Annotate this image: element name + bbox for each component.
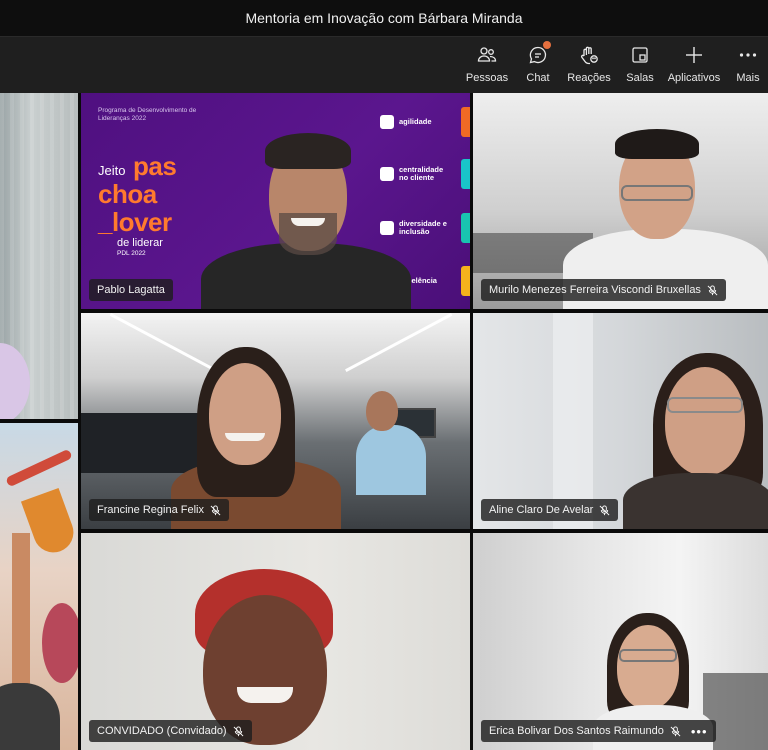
pillar-label: agilidade: [399, 117, 432, 127]
participant-name: Murilo Menezes Ferreira Viscondi Bruxell…: [489, 284, 701, 296]
window-title: Mentoria em Inovação com Bárbara Miranda: [0, 0, 768, 36]
pillar-color-bar: [461, 213, 470, 243]
background-person: [346, 391, 436, 511]
more-label: Mais: [736, 72, 760, 84]
pillar-color-bar: [461, 107, 470, 137]
partial-video-tile-2[interactable]: [0, 423, 78, 750]
rooms-button[interactable]: Salas: [626, 43, 654, 89]
pillar-color-bar: [461, 266, 470, 296]
participant-nametag: Pablo Lagatta: [89, 279, 173, 301]
mic-off-icon: [707, 284, 718, 296]
participant-nametag: Murilo Menezes Ferreira Viscondi Bruxell…: [481, 279, 726, 301]
apps-button[interactable]: Aplicativos: [668, 43, 720, 89]
participant-tile-murilo[interactable]: Murilo Menezes Ferreira Viscondi Bruxell…: [473, 93, 768, 309]
chat-icon: [526, 41, 551, 67]
participant-nametag: CONVIDADO (Convidado): [89, 720, 252, 742]
participant-more-options-icon[interactable]: •••: [691, 724, 708, 739]
participant-name: Erica Bolivar Dos Santos Raimundo: [489, 725, 664, 737]
participant-tile-erica[interactable]: Erica Bolivar Dos Santos Raimundo •••: [473, 533, 768, 750]
partial-video-tile[interactable]: [0, 93, 78, 419]
participant-nametag: Francine Regina Felix: [89, 499, 229, 521]
mic-off-icon: [233, 725, 244, 737]
plus-icon: [682, 43, 706, 67]
people-button[interactable]: Pessoas: [465, 43, 509, 89]
participant-nametag: Erica Bolivar Dos Santos Raimundo •••: [481, 720, 716, 742]
chat-notification-dot: [543, 41, 551, 49]
video-gallery: Programa de Desenvolvimento de Liderança…: [0, 93, 768, 750]
participant-name: Francine Regina Felix: [97, 504, 204, 516]
pillar-icon: [380, 115, 394, 129]
participant-name: Aline Claro De Avelar: [489, 504, 594, 516]
raise-hand-icon: [577, 43, 601, 67]
banner-jeito: Jeito: [98, 163, 126, 178]
participant-tile-pablo[interactable]: Programa de Desenvolvimento de Liderança…: [81, 93, 470, 309]
apps-label: Aplicativos: [667, 72, 721, 84]
banner-word-2: choa: [98, 179, 157, 209]
rooms-icon: [628, 43, 652, 67]
participant-name: Pablo Lagatta: [97, 284, 165, 296]
participant-tile-francine[interactable]: Francine Regina Felix: [81, 313, 470, 529]
participant-tile-aline[interactable]: Aline Claro De Avelar: [473, 313, 768, 529]
chat-label: Chat: [526, 72, 550, 84]
participant-video: [603, 353, 768, 529]
participant-name: CONVIDADO (Convidado): [97, 725, 227, 737]
participant-tile-convidado[interactable]: CONVIDADO (Convidado): [81, 533, 470, 750]
mic-off-icon: [599, 504, 610, 516]
reactions-label: Reações: [567, 72, 611, 84]
banner-program-text: Programa de Desenvolvimento de Liderança…: [98, 107, 197, 122]
people-icon: [475, 43, 499, 67]
banner-word-1: pas: [133, 151, 177, 181]
rooms-label: Salas: [626, 72, 654, 84]
mic-off-icon: [210, 504, 221, 516]
reactions-button[interactable]: Reações: [567, 43, 611, 89]
banner-year: PDL 2022: [117, 250, 146, 257]
more-icon: [736, 43, 760, 67]
mic-off-icon: [670, 725, 681, 737]
people-label: Pessoas: [465, 72, 509, 84]
banner-sub: de liderar: [117, 237, 163, 249]
participant-nametag: Aline Claro De Avelar: [481, 499, 619, 521]
pillar-color-bar: [461, 159, 470, 189]
participant-video: [201, 133, 411, 309]
meeting-toolbar: Pessoas Chat Reações Salas Aplicativos M…: [0, 36, 768, 93]
banner-word-3: _lover: [98, 207, 172, 237]
chat-button[interactable]: Chat: [522, 41, 554, 89]
more-button[interactable]: Mais: [735, 43, 761, 89]
